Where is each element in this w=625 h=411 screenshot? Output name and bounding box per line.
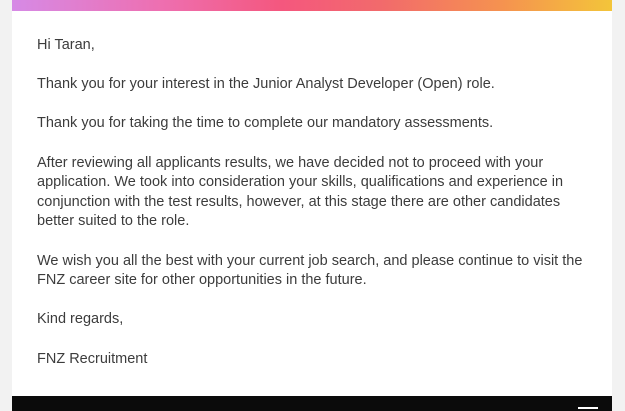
footer-bar xyxy=(12,396,612,411)
paragraph-interest: Thank you for your interest in the Junio… xyxy=(37,76,495,93)
paragraph-assessments: Thank you for taking the time to complet… xyxy=(37,115,494,132)
brand-gradient-bar xyxy=(12,0,612,11)
paragraph-wishes: We wish you all the best with your curre… xyxy=(37,252,583,289)
closing: Kind regards, xyxy=(37,311,124,328)
signature: FNZ Recruitment xyxy=(37,350,148,367)
email-body: Hi Taran, Thank you for your interest in… xyxy=(37,36,592,369)
paragraph-decision: After reviewing all applicants results, … xyxy=(37,154,564,230)
menu-icon[interactable] xyxy=(578,407,598,409)
email-card: Hi Taran, Thank you for your interest in… xyxy=(12,0,612,396)
greeting: Hi Taran, xyxy=(37,37,95,53)
